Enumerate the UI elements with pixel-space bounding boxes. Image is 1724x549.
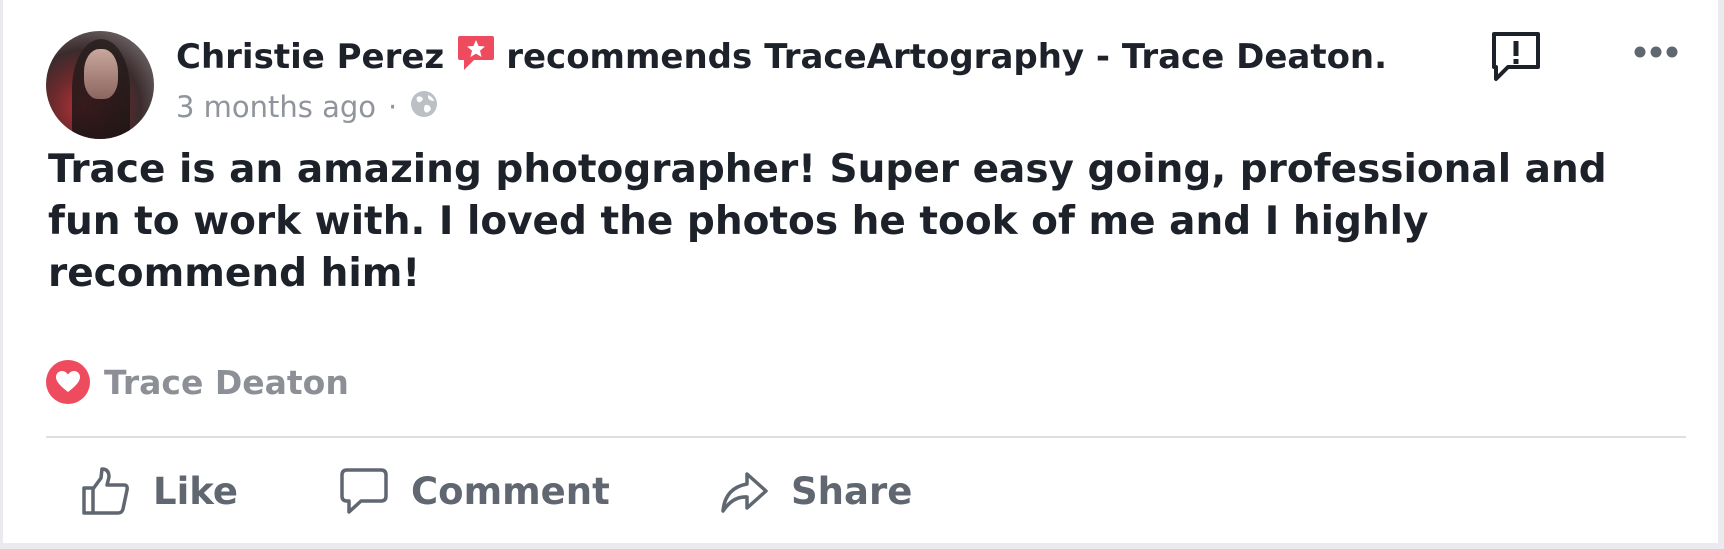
share-label: Share [791,469,913,513]
report-icon[interactable] [1490,31,1542,87]
recommend-badge-icon [456,34,496,70]
post-header: Christie Perez recommends TraceArtograph… [176,34,1387,80]
meta-separator: · [388,90,398,124]
heart-icon [46,360,90,404]
reaction-name: Trace Deaton [104,362,349,402]
comment-icon [340,468,388,514]
avatar[interactable] [46,31,154,139]
thumbs-up-icon [82,467,129,515]
review-text: Trace is an amazing photographer! Super … [48,147,1607,296]
like-button[interactable]: Like [81,462,238,520]
like-label: Like [153,469,238,513]
reaction-summary[interactable]: Trace Deaton [46,360,349,404]
timestamp[interactable]: 3 months ago [176,90,376,124]
author-name[interactable]: Christie Perez [176,37,444,77]
divider [46,436,1686,438]
page-name-link[interactable]: TraceArtography - Trace Deaton. [764,37,1387,77]
review-post-card: Christie Perez recommends TraceArtograph… [3,0,1718,543]
comment-label: Comment [411,469,610,513]
recommends-label: recommends [506,37,753,77]
share-button[interactable]: Share [719,462,912,520]
share-icon [721,472,768,513]
more-icon[interactable] [1633,44,1679,63]
globe-icon [409,89,439,126]
comment-button[interactable]: Comment [339,462,610,520]
avatar-face [84,49,118,99]
post-meta: 3 months ago · [176,88,439,126]
